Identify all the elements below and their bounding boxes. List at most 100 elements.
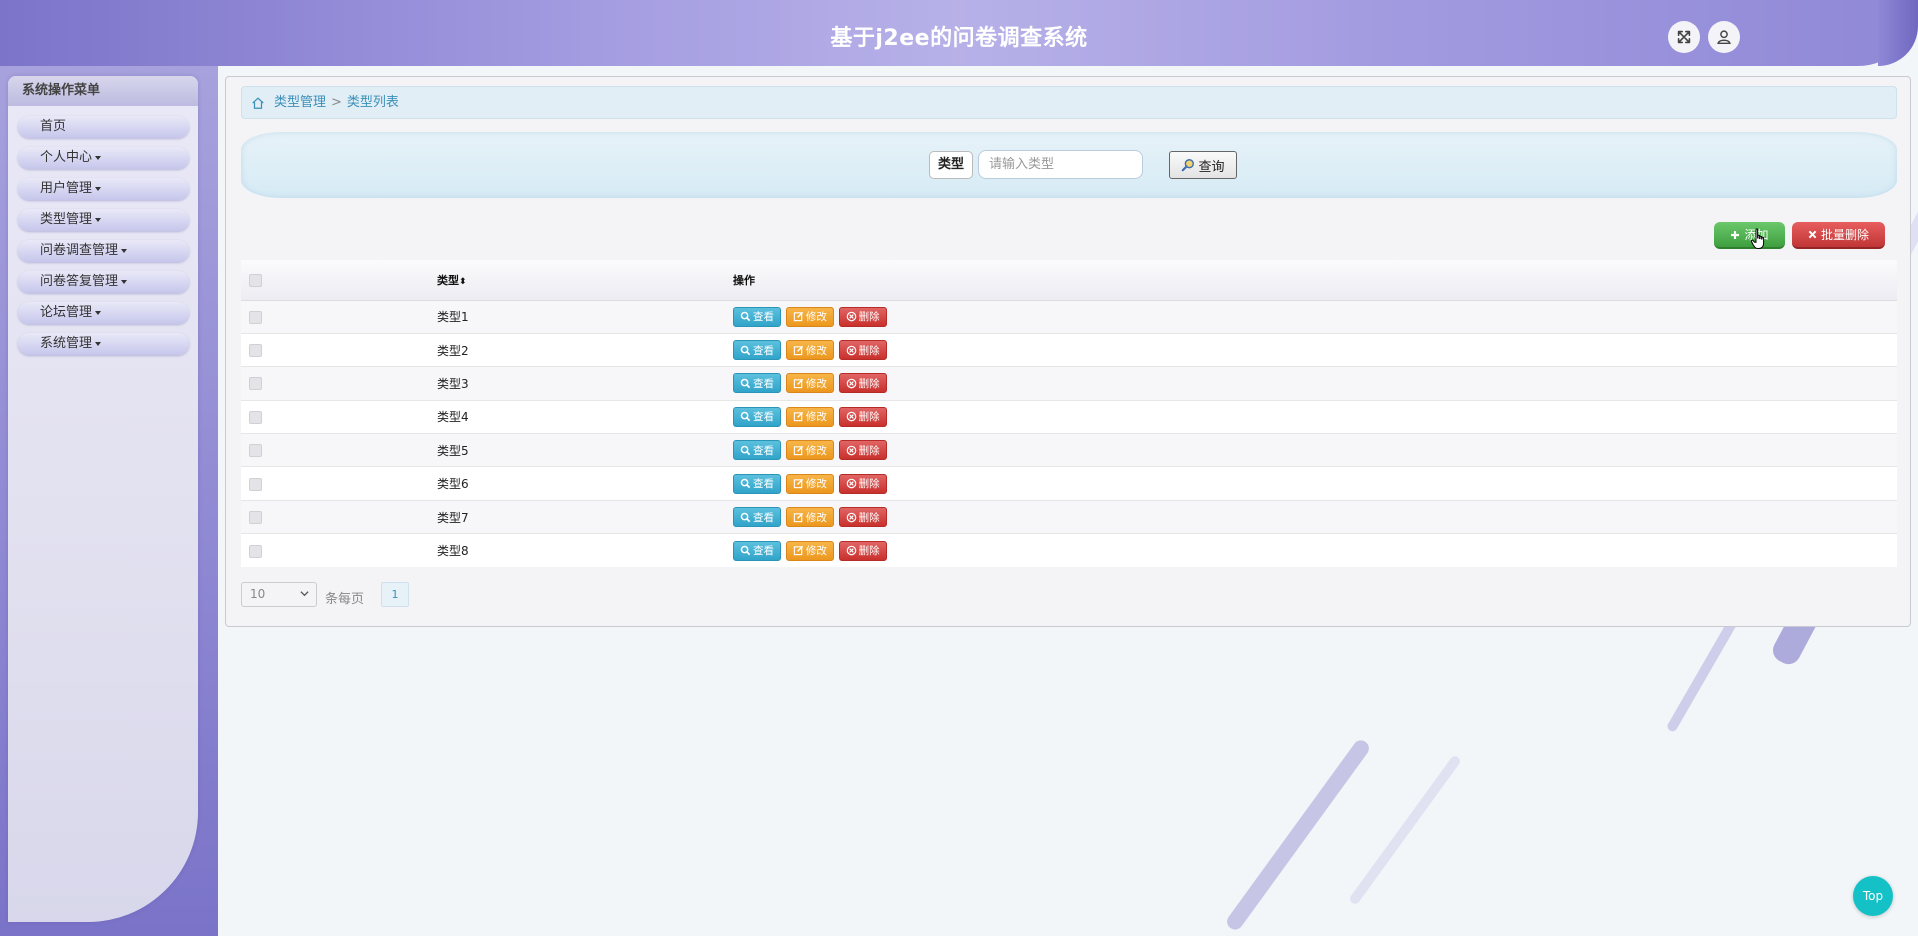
search-button[interactable]: 查询 (1169, 151, 1237, 179)
view-button[interactable]: 查看 (733, 540, 781, 561)
sidebar-item-label: 问卷答复管理 (40, 274, 119, 289)
delete-button-label: 删除 (858, 377, 880, 390)
circle-x-icon (846, 512, 856, 522)
delete-button-label: 删除 (858, 545, 880, 558)
select-all-checkbox[interactable] (249, 273, 262, 287)
sidebar-item-label: 首页 (40, 119, 67, 134)
sidebar-item-forum-management[interactable]: 论坛管理 (18, 302, 189, 324)
view-button-label: 查看 (753, 377, 774, 390)
main-panel: 类型管理>类型列表 类型 查询 添加 批量删除 类型⬍ 操作 类型1查看 修改 … (225, 76, 1911, 627)
edit-button[interactable]: 修改 (785, 507, 834, 528)
circle-x-icon (846, 478, 856, 489)
edit-button[interactable]: 修改 (785, 440, 834, 461)
row-type-cell: 类型4 (437, 399, 733, 434)
delete-button[interactable]: 删除 (838, 406, 887, 427)
row-checkbox[interactable] (249, 444, 262, 458)
view-button-label: 查看 (753, 411, 774, 424)
scroll-to-top-button[interactable]: Top (1853, 876, 1893, 916)
search-button-label: 查询 (1198, 159, 1225, 175)
decorative-stripe (1223, 737, 1373, 933)
row-type-cell: 类型8 (437, 533, 733, 568)
edit-button[interactable]: 修改 (785, 406, 834, 427)
circle-x-icon (846, 378, 856, 389)
page-number-button[interactable]: 1 (381, 582, 409, 607)
sidebar-menu: 首页 个人中心 用户管理 类型管理 问卷调查管理 问卷答复管理 论坛管理 系统管… (8, 106, 198, 355)
sidebar-item-type-management[interactable]: 类型管理 (18, 209, 189, 231)
magnifier-icon (740, 345, 751, 355)
circle-x-icon (846, 311, 856, 322)
delete-button-label: 删除 (858, 444, 880, 457)
edit-button[interactable]: 修改 (785, 473, 834, 494)
batch-delete-button[interactable]: 批量删除 (1792, 222, 1885, 249)
page-size-select[interactable]: 10 (241, 582, 317, 607)
user-button[interactable] (1708, 21, 1740, 53)
row-type-cell: 类型5 (437, 433, 733, 467)
sidebar-item-label: 个人中心 (40, 150, 93, 165)
view-button[interactable]: 查看 (733, 473, 781, 494)
row-select-cell (241, 466, 437, 501)
magnifier-icon (740, 545, 751, 556)
pencil-icon (793, 445, 803, 455)
edit-button-label: 修改 (805, 377, 827, 390)
row-type-cell: 类型2 (437, 332, 733, 367)
sort-icon[interactable]: ⬍ (459, 277, 467, 287)
delete-button[interactable]: 删除 (838, 507, 887, 528)
circle-x-icon (846, 412, 856, 422)
delete-button[interactable]: 删除 (838, 540, 887, 561)
sidebar-item-home[interactable]: 首页 (18, 116, 189, 138)
table-row: 类型8 查看 修改 删除 (241, 533, 1897, 568)
delete-button-label: 删除 (858, 511, 880, 524)
sidebar-item-answer-management[interactable]: 问卷答复管理 (18, 271, 189, 293)
view-button-label: 查看 (753, 444, 774, 457)
column-header-type[interactable]: 类型⬍ (437, 260, 733, 301)
view-button[interactable]: 查看 (733, 340, 781, 361)
breadcrumb-current: 类型列表 (346, 95, 399, 110)
row-checkbox[interactable] (249, 344, 262, 358)
view-button[interactable]: 查看 (733, 373, 781, 394)
edit-button[interactable]: 修改 (785, 373, 834, 394)
row-checkbox[interactable] (249, 511, 262, 525)
row-checkbox[interactable] (249, 544, 262, 558)
sidebar-title: 系统操作菜单 (8, 76, 198, 106)
fullscreen-button[interactable] (1668, 21, 1700, 53)
view-button-label: 查看 (753, 344, 774, 357)
row-checkbox[interactable] (249, 410, 262, 424)
edit-button[interactable]: 修改 (785, 540, 834, 561)
row-actions-cell: 查看 修改 删除 (733, 433, 1897, 467)
pencil-icon (793, 312, 803, 322)
sidebar-item-survey-management[interactable]: 问卷调查管理 (18, 240, 189, 262)
row-checkbox[interactable] (249, 310, 262, 324)
row-actions-cell: 查看 修改 删除 (733, 466, 1897, 501)
delete-button[interactable]: 删除 (838, 340, 887, 361)
breadcrumb-parent[interactable]: 类型管理 (274, 95, 326, 110)
view-button[interactable]: 查看 (733, 306, 781, 327)
sidebar-item-system-management[interactable]: 系统管理 (18, 333, 189, 355)
pencil-icon (793, 412, 803, 422)
sidebar-item-label: 类型管理 (40, 212, 93, 227)
table-body: 类型1 查看 修改 删除 类型2 查看 修改 删除 类型3 查看 修改 删除 类型4 查看 修… (241, 299, 1897, 568)
sidebar-item-personal-center[interactable]: 个人中心 (18, 147, 189, 169)
pencil-icon (793, 378, 803, 389)
edit-button-label: 修改 (805, 545, 827, 558)
delete-button[interactable]: 删除 (838, 473, 887, 494)
delete-button[interactable]: 删除 (838, 373, 887, 394)
row-checkbox[interactable] (249, 377, 262, 391)
edit-button[interactable]: 修改 (785, 306, 834, 327)
view-button[interactable]: 查看 (733, 406, 781, 427)
delete-button[interactable]: 删除 (838, 306, 887, 327)
row-checkbox[interactable] (249, 477, 262, 491)
row-select-cell (241, 499, 437, 534)
row-select-cell (241, 399, 437, 434)
view-button[interactable]: 查看 (733, 440, 781, 461)
magnifier-icon (740, 311, 751, 322)
home-icon[interactable] (251, 96, 265, 110)
delete-button[interactable]: 删除 (838, 440, 887, 461)
caret-down-icon (95, 310, 102, 315)
edit-button[interactable]: 修改 (785, 340, 834, 361)
view-button[interactable]: 查看 (733, 507, 781, 528)
sidebar-item-user-management[interactable]: 用户管理 (18, 178, 189, 200)
view-button-label: 查看 (753, 511, 774, 524)
circle-x-icon (846, 545, 856, 556)
x-icon (1808, 230, 1817, 239)
search-input[interactable] (978, 150, 1143, 179)
